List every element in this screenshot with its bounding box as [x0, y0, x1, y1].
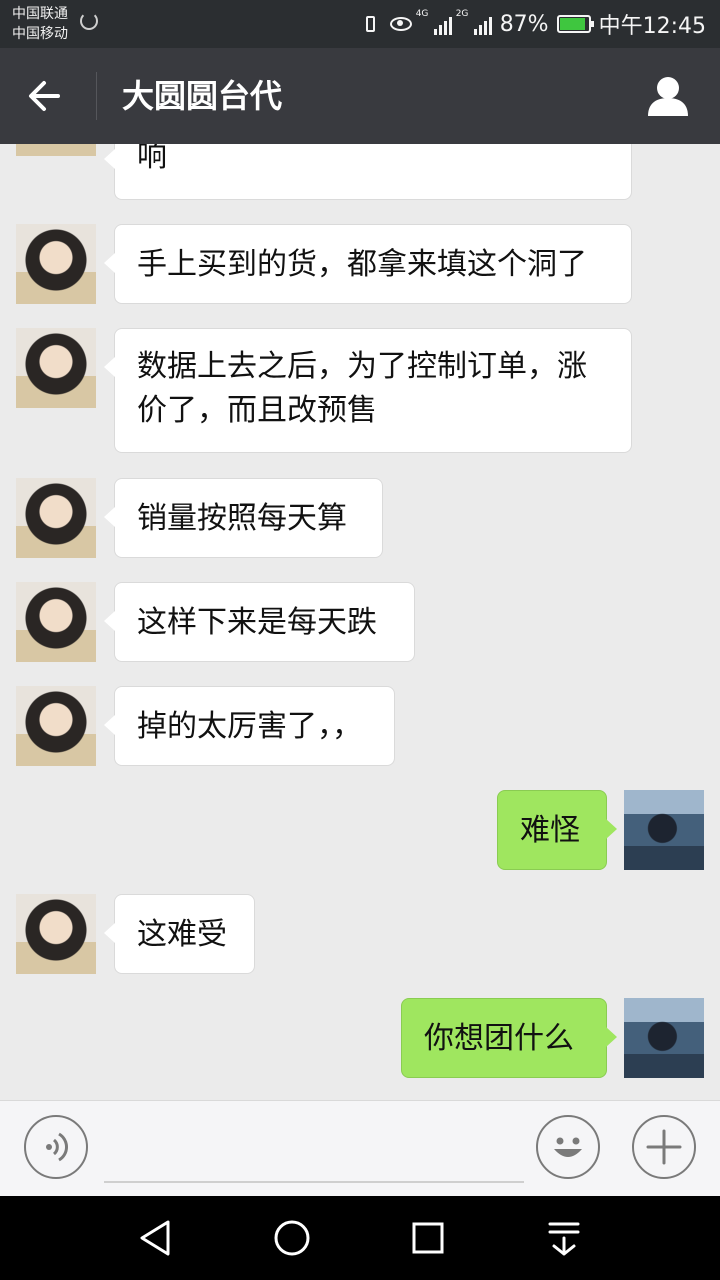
message-bubble-received[interactable]: 销量按照每天算	[104, 478, 383, 558]
carrier-1: 中国联通	[12, 6, 68, 22]
net-type-1: 4G	[415, 9, 429, 19]
emoji-button[interactable]	[536, 1115, 600, 1179]
carrier-2: 中国移动	[12, 26, 68, 42]
net-type-2: 2G	[455, 9, 469, 19]
clock: 中午12:45	[598, 14, 706, 39]
back-button[interactable]	[24, 72, 74, 120]
voice-input-button[interactable]	[24, 1115, 88, 1179]
pull-down-icon	[548, 1222, 580, 1256]
plus-icon	[646, 1129, 682, 1165]
person-icon	[648, 77, 688, 116]
contact-avatar[interactable]	[16, 478, 96, 558]
signal-2g-icon: 2G	[456, 9, 492, 35]
chat-info-button[interactable]	[646, 74, 690, 118]
smiley-icon	[554, 1137, 582, 1157]
nav-home-button[interactable]	[268, 1214, 316, 1262]
square-recents-icon	[412, 1222, 444, 1254]
battery-icon	[556, 15, 594, 33]
contact-avatar[interactable]	[16, 894, 96, 974]
contact-avatar[interactable]	[16, 224, 96, 304]
message-bubble-sent[interactable]: 难怪	[497, 790, 617, 870]
more-functions-button[interactable]	[632, 1115, 696, 1179]
message-text: 这难受	[137, 917, 227, 952]
nav-notification-button[interactable]	[540, 1214, 588, 1262]
voice-icon	[46, 1132, 69, 1162]
message-text: 这样下来是每天跌	[137, 605, 377, 640]
carrier-names: 中国联通 中国移动	[12, 4, 68, 44]
message-text: 销量按照每天算	[137, 501, 347, 536]
battery-percent: 87%	[499, 11, 549, 37]
triangle-back-icon	[140, 1220, 170, 1256]
arrow-left-icon	[29, 81, 60, 111]
message-text: 响	[137, 144, 167, 174]
message-bubble-received[interactable]: 这样下来是每天跌	[104, 582, 415, 662]
message-bubble-received[interactable]: 这难受	[104, 894, 255, 974]
nav-recents-button[interactable]	[404, 1214, 452, 1262]
chat-title: 大圆圆台代	[122, 77, 283, 115]
message-bubble-received[interactable]: 数据上去之后，为了控制订单，涨价了，而且改预售	[104, 328, 632, 453]
my-avatar[interactable]	[624, 790, 704, 870]
status-indicators: 4G 2G 87% 中午12:45	[360, 0, 706, 48]
contact-avatar[interactable]	[16, 328, 96, 408]
chat-header: 大圆圆台代	[0, 48, 720, 144]
message-input[interactable]	[104, 1119, 524, 1183]
header-divider	[96, 72, 97, 120]
circle-home-icon	[274, 1220, 310, 1256]
message-bubble-sent[interactable]: 你想团什么	[401, 998, 617, 1078]
message-bubble-received[interactable]: 手上买到的货，都拿来填这个洞了	[104, 224, 632, 304]
contact-avatar[interactable]	[16, 144, 96, 156]
message-text: 掉的太厉害了，，	[137, 709, 362, 744]
message-bubble-received[interactable]: 响	[104, 144, 632, 200]
contact-avatar[interactable]	[16, 582, 96, 662]
message-text: 数据上去之后，为了控制订单，涨价了，而且改预售	[137, 349, 587, 428]
input-bar	[0, 1100, 720, 1196]
message-bubble-received[interactable]: 掉的太厉害了，，	[104, 686, 395, 766]
contact-avatar[interactable]	[16, 686, 96, 766]
eye-comfort-icon	[389, 17, 412, 31]
message-text: 你想团什么	[424, 1021, 574, 1056]
signal-4g-icon: 4G	[416, 9, 452, 35]
system-navigation-bar	[0, 1196, 720, 1280]
my-avatar[interactable]	[624, 998, 704, 1078]
sync-icon	[80, 12, 98, 30]
status-bar: 中国联通 中国移动 4G 2G 87% 中午12:45	[0, 0, 720, 48]
vibrate-icon	[360, 14, 382, 34]
message-list[interactable]: 响 手上买到的货，都拿来填这个洞了 数据上去之后，为了控制订单，涨价了，而且改预…	[0, 144, 720, 1100]
message-text: 手上买到的货，都拿来填这个洞了	[137, 247, 587, 282]
nav-back-button[interactable]	[132, 1214, 180, 1262]
message-text: 难怪	[520, 813, 580, 848]
